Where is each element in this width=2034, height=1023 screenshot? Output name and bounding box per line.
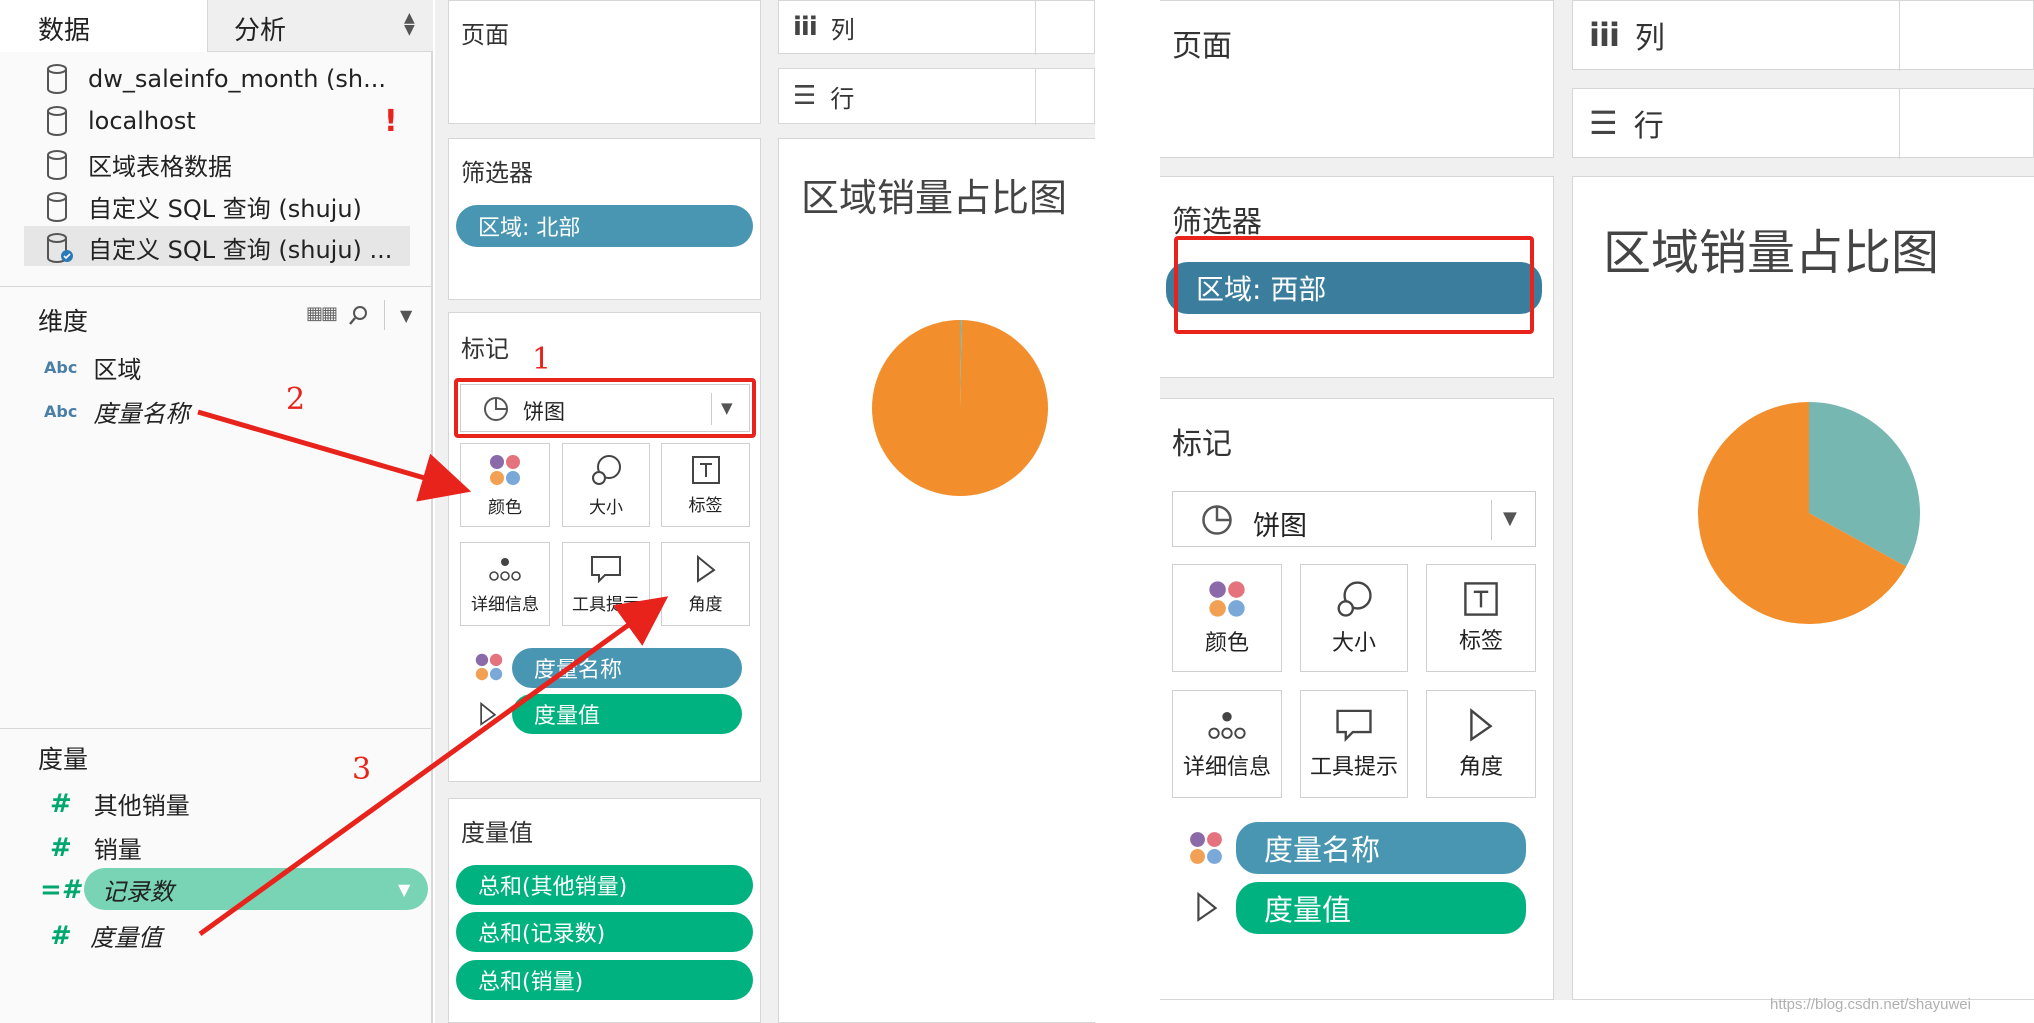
- dropdown-arrow-icon[interactable]: ▼: [1503, 508, 1517, 529]
- pie-slice[interactable]: [872, 320, 1048, 496]
- rows-label: 行: [1633, 109, 1664, 144]
- rows-icon: ☰: [793, 81, 817, 111]
- tooltip-button[interactable]: 工具提示: [1300, 690, 1408, 798]
- mark-type-dropdown[interactable]: 饼图 ▼: [1172, 491, 1536, 547]
- chart-title: 区域销量占比图: [801, 176, 1068, 220]
- rows-icon: ☰: [1589, 104, 1618, 142]
- mark-pill-measure-names[interactable]: 度量名称: [1236, 822, 1526, 874]
- chart-title: 区域销量占比图: [1603, 225, 1940, 281]
- color-dots-icon: [1190, 832, 1222, 864]
- angle-button[interactable]: 角度: [1426, 690, 1536, 798]
- annotation-box-filter: [1174, 236, 1534, 334]
- columns-shelf[interactable]: iii 列: [1572, 0, 2034, 71]
- shelf-divider: [1035, 1, 1036, 55]
- columns-icon: iii: [1589, 16, 1620, 54]
- color-button[interactable]: 颜色: [1172, 564, 1282, 672]
- color-dots-icon: [1209, 581, 1245, 617]
- color-label: 颜色: [1204, 631, 1249, 656]
- pages-card[interactable]: 页面: [1160, 0, 1554, 158]
- marks-title: 标记: [1172, 427, 1232, 462]
- columns-label: 列: [1634, 21, 1665, 56]
- size-button[interactable]: 大小: [1300, 564, 1408, 672]
- size-label: 大小: [1331, 631, 1376, 656]
- columns-shelf[interactable]: iii 列: [778, 0, 1095, 55]
- shelf-divider: [1899, 1, 1900, 71]
- rows-shelf[interactable]: ☰ 行: [778, 68, 1095, 125]
- mark-type-label: 饼图: [1253, 511, 1307, 542]
- tooltip-label: 工具提示: [1309, 755, 1398, 780]
- annotation-arrows: [197, 409, 669, 937]
- pie-chart[interactable]: [870, 318, 1050, 498]
- columns-label: 列: [830, 15, 855, 44]
- shelf-divider: [1899, 89, 1900, 159]
- mark-pill-measure-values[interactable]: 度量值: [1236, 882, 1526, 934]
- shelf-divider: [1035, 69, 1036, 125]
- label-label: 标签: [1458, 629, 1503, 654]
- angle-label: 角度: [1458, 755, 1503, 780]
- rows-shelf[interactable]: ☰ 行: [1572, 88, 2034, 159]
- columns-icon: iii: [793, 12, 818, 42]
- text-label-icon: [1464, 582, 1498, 616]
- detail-button[interactable]: 详细信息: [1172, 690, 1282, 798]
- pages-title: 页面: [1172, 29, 1232, 64]
- angle-icon: [1470, 708, 1493, 742]
- detail-dots-icon: [1208, 712, 1246, 739]
- rows-label: 行: [830, 84, 855, 113]
- separator: [1491, 500, 1492, 540]
- label-button[interactable]: 标签: [1426, 564, 1536, 672]
- worksheet-canvas[interactable]: 区域销量占比图: [778, 138, 1095, 1023]
- detail-label: 详细信息: [1182, 755, 1271, 780]
- angle-icon: [1197, 891, 1218, 922]
- tooltip-bubble-icon: [1336, 709, 1372, 742]
- filters-title: 筛选器: [1172, 205, 1262, 240]
- size-circles-icon: [1337, 581, 1372, 617]
- watermark: https://blog.csdn.net/shayuwei: [1770, 996, 1971, 1013]
- pie-mark-icon: [1202, 505, 1232, 535]
- pie-chart[interactable]: [1696, 400, 1922, 626]
